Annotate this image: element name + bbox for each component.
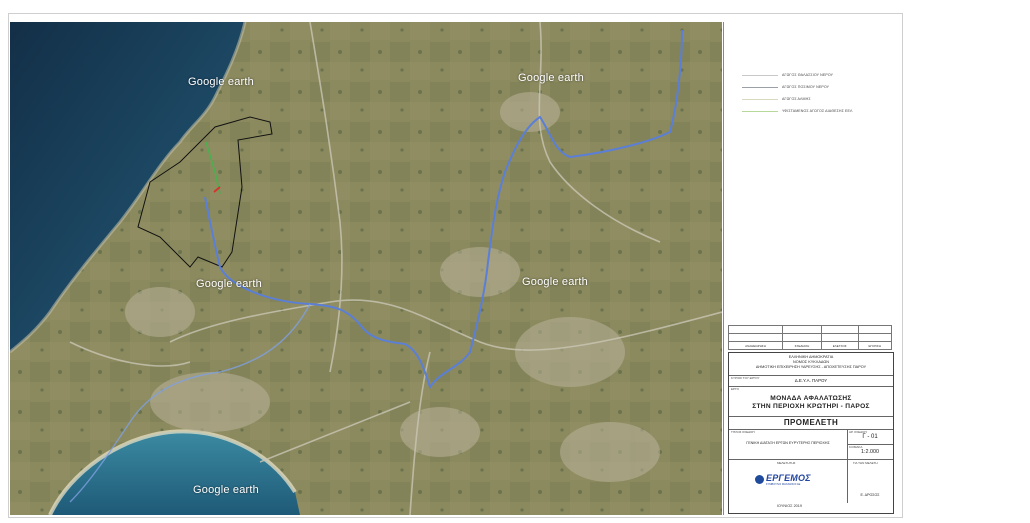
title-block: ΕΛΛΗΝΙΚΗ ΔΗΜΟΚΡΑΤΙΑ ΝΟΜΟΣ ΚΥΚΛΑΔΩΝ ΔΗΜΟΤ…: [728, 352, 894, 514]
consultant-logo: ΕΡΓΕΜΟΣ ΣΥΜΒΟΥΛΟΙ ΜΗΧΑΝΙΚΟΙ ΑΕ: [755, 473, 811, 486]
project-cell: ΕΡΓΟ ΜΟΝΑΔΑ ΑΦΑΛΑΤΩΣΗΣ ΣΤΗΝ ΠΕΡΙΟΧΗ ΚΡΩΤ…: [729, 386, 893, 417]
drawing-title-label: ΤΙΤΛΟΣ ΣΧΕΔΙΟΥ: [731, 430, 756, 434]
consultant-cell: ΜΕΛΕΤΗΤΗΣ ΕΡΓΕΜΟΣ ΣΥΜΒΟΥΛΟΙ ΜΗΧΑΝΙΚΟΙ ΑΕ: [729, 459, 848, 503]
drawing-number-label: ΑΡ. ΣΧΕΔΙΟΥ: [849, 430, 868, 434]
legend-label: ΥΦΙΣΤΑΜΕΝΟΣ ΑΓΩΓΟΣ ΔΙΑΘΕΣΗΣ ΕΕΛ: [782, 109, 853, 113]
drawing-date: ΙΟΥΝΙΟΣ 2019: [777, 504, 803, 508]
legend-item: ΑΓΩΓΟΣ ΘΑΛΑΣΣΙΟΥ ΝΕΡΟΥ: [742, 70, 833, 80]
legend-swatch: [742, 98, 778, 100]
title-panel: ΑΓΩΓΟΣ ΘΑΛΑΣΣΙΟΥ ΝΕΡΟΥ ΑΓΩΓΟΣ ΠΟΣΙΜΟΥ ΝΕ…: [723, 22, 894, 515]
legend-swatch: [742, 86, 778, 88]
drawing-title-cell: ΤΙΤΛΟΣ ΣΧΕΔΙΟΥ ΓΕΝΙΚΗ ΔΙΑΤΑΞΗ ΕΡΓΩΝ ΕΥΡΥ…: [729, 429, 848, 460]
revision-header: ΣΧΕΔΙΑΣΗ: [782, 341, 822, 350]
google-earth-watermark: Google earth: [193, 484, 259, 496]
revision-header: ΕΛΕΓΧΟΣ: [820, 341, 859, 350]
authority-cell: ΕΛΛΗΝΙΚΗ ΔΗΜΟΚΡΑΤΙΑ ΝΟΜΟΣ ΚΥΚΛΑΔΩΝ ΔΗΜΟΤ…: [729, 353, 893, 376]
project-title: ΜΟΝΑΔΑ ΑΦΑΛΑΤΩΣΗΣ: [770, 395, 852, 402]
satellite-map[interactable]: Google earth Google earth Google earth G…: [10, 22, 722, 515]
consultant-subtitle: ΣΥΜΒΟΥΛΟΙ ΜΗΧΑΝΙΚΟΙ ΑΕ: [766, 483, 801, 486]
legend-swatch: [742, 110, 778, 112]
legend-swatch: [742, 74, 778, 76]
legend-item: ΥΦΙΣΤΑΜΕΝΟΣ ΑΓΩΓΟΣ ΔΙΑΘΕΣΗΣ ΕΕΛ: [742, 106, 853, 116]
owner-label: ΚΥΡΙΟΣ ΤΟΥ ΕΡΓΟΥ: [731, 376, 760, 380]
project-location: ΣΤΗΝ ΠΕΡΙΟΧΗ ΚΡΩΤΗΡΙ - ΠΑΡΟΣ: [752, 403, 870, 410]
signature-cell: ΓΙΑ ΤΗΝ ΜΕΛΕΤΗ Ε. ΔΡΟΣΟΣ: [847, 459, 893, 503]
google-earth-watermark: Google earth: [518, 72, 584, 84]
logo-mark-icon: [755, 475, 764, 484]
project-label: ΕΡΓΟ: [731, 387, 739, 391]
legend-label: ΑΓΩΓΟΣ ΘΑΛΑΣΣΙΟΥ ΝΕΡΟΥ: [782, 73, 834, 77]
map-canvas: [10, 22, 722, 515]
drawing-number-cell: ΑΡ. ΣΧΕΔΙΟΥ Γ - 01: [847, 429, 893, 445]
legend-item: ΑΓΩΓΟΣ ΠΟΣΙΜΟΥ ΝΕΡΟΥ: [742, 82, 829, 92]
google-earth-watermark: Google earth: [188, 76, 254, 88]
consultant-name: ΕΡΓΕΜΟΣ: [766, 473, 811, 483]
legend-label: ΑΓΩΓΟΣ ΠΟΣΙΜΟΥ ΝΕΡΟΥ: [782, 85, 830, 89]
consultant-label: ΜΕΛΕΤΗΤΗΣ: [777, 461, 796, 465]
google-earth-watermark: Google earth: [522, 276, 588, 288]
study-type: ΠΡΟΜΕΛΕΤΗ: [783, 418, 839, 427]
revision-header: ΑΝΑΘΕΩΡΗΣΗ: [727, 341, 784, 350]
scale-cell: ΚΛΙΜΑΚΑ 1:2.000: [847, 444, 893, 460]
scale-label: ΚΛΙΜΑΚΑ: [849, 445, 863, 449]
legend-item: ΑΓΩΓΟΣ ΑΛΜΗΣ: [742, 94, 811, 104]
google-earth-watermark: Google earth: [196, 278, 262, 290]
legend-label: ΑΓΩΓΟΣ ΑΛΜΗΣ: [782, 97, 811, 101]
signature-label: ΓΙΑ ΤΗΝ ΜΕΛΕΤΗ: [853, 461, 878, 465]
authority-line: ΔΗΜΟΤΙΚΗ ΕΠΙΧΕΙΡΗΣΗ ΥΔΡΕΥΣΗΣ - ΑΠΟΧΕΤΕΥΣ…: [755, 365, 867, 369]
study-cell: ΠΡΟΜΕΛΕΤΗ: [729, 416, 893, 430]
revision-header: ΕΓΚΡΙΣΗ: [857, 341, 893, 350]
